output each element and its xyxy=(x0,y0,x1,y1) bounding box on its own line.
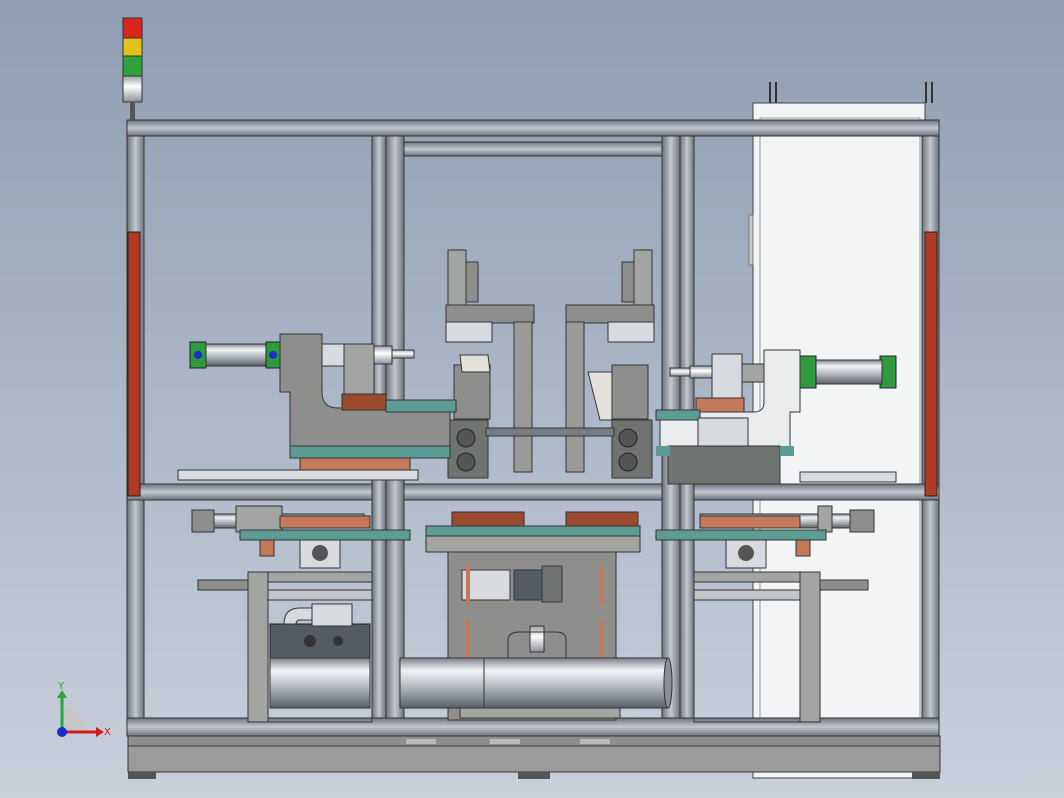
x-axis-label: X xyxy=(104,727,111,738)
machine-assembly-drawing: Y X xyxy=(0,0,1064,798)
left-safety-guard xyxy=(127,231,141,497)
cad-viewport[interactable]: Y X xyxy=(0,0,1064,798)
y-axis-label: Y xyxy=(57,681,65,692)
right-safety-guard xyxy=(924,231,938,497)
main-cylinder xyxy=(269,657,673,709)
